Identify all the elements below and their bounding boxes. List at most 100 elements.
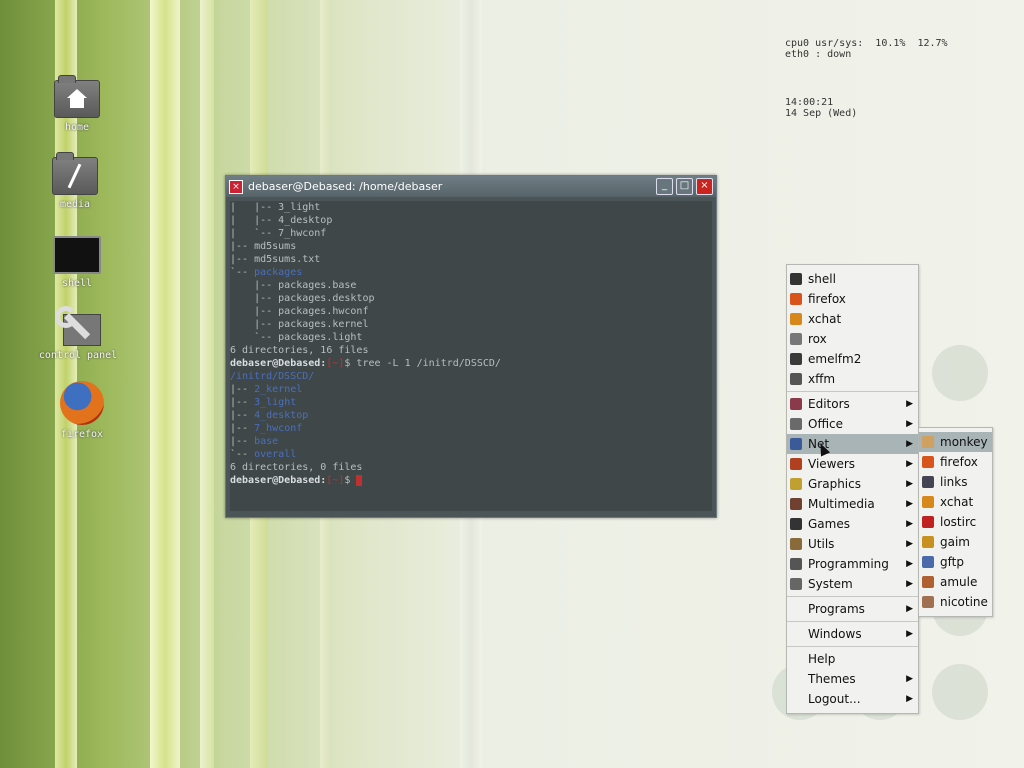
submenu-arrow-icon: ▶ [906, 539, 913, 549]
terminal-line: |-- packages.base [230, 280, 357, 291]
system-icon [790, 578, 802, 590]
menu-item-label: xchat [940, 495, 974, 509]
menu-item-label: Office [808, 417, 844, 431]
menu-item-logout[interactable]: Logout... ▶ [787, 689, 918, 709]
menu-item-label: firefox [808, 292, 846, 306]
terminal-icon [790, 273, 802, 285]
menu-item-emelfm2[interactable]: emelfm2 [787, 349, 918, 369]
menu-item-label: Viewers [808, 457, 856, 471]
home-folder-icon [54, 75, 100, 118]
menu-item-gftp[interactable]: gftp [919, 552, 992, 572]
menu-item-label: rox [808, 332, 827, 346]
menu-item-amule[interactable]: amule [919, 572, 992, 592]
menu-item-label: xchat [808, 312, 842, 326]
menu-separator [787, 596, 918, 597]
terminal-line: |-- packages.desktop [230, 293, 375, 304]
submenu-arrow-icon: ▶ [906, 439, 913, 449]
wrench-icon [55, 306, 101, 346]
terminal-line: debaser@Debased:[~]$ [230, 474, 712, 487]
menu-item-programs[interactable]: Programs ▶ [787, 599, 918, 619]
menu-item-xchat[interactable]: xchat [787, 309, 918, 329]
xchat-icon [922, 496, 934, 508]
menu-item-editors[interactable]: Editors ▶ [787, 394, 918, 414]
games-icon [790, 518, 802, 530]
amule-icon [922, 576, 934, 588]
menu-item-system[interactable]: System ▶ [787, 574, 918, 594]
menu-item-net[interactable]: Net ▶ [787, 434, 918, 454]
window-title: debaser@Debased: /home/debaser [248, 180, 443, 193]
terminal-line: 6 directories, 16 files [230, 345, 369, 356]
close-button[interactable]: × [696, 178, 713, 195]
menu-item-shell[interactable]: shell [787, 269, 918, 289]
terminal-line: /initrd/DSSCD/ [230, 371, 315, 382]
menu-item-label: emelfm2 [808, 352, 862, 366]
desktop-icon-home[interactable]: home [27, 75, 127, 133]
terminal-window[interactable]: × debaser@Debased: /home/debaser _ □ × |… [225, 175, 717, 518]
menu-item-programming[interactable]: Programming ▶ [787, 554, 918, 574]
multimedia-icon [790, 498, 802, 510]
net-icon [790, 438, 802, 450]
menu-item-office[interactable]: Office ▶ [787, 414, 918, 434]
net-submenu: monkey firefox links xchat lostirc gaim gftp am… [918, 427, 993, 617]
programming-icon [790, 558, 802, 570]
menu-item-label: gftp [940, 555, 964, 569]
menu-item-monkey[interactable]: monkey [919, 432, 992, 452]
window-menu-icon[interactable]: × [229, 179, 243, 194]
desktop-icon-firefox[interactable]: firefox [32, 381, 132, 440]
wallpaper-bubble [932, 345, 988, 401]
menu-item-rox[interactable]: rox [787, 329, 918, 349]
minimize-button[interactable]: _ [656, 178, 673, 195]
terminal-line: 6 directories, 0 files [230, 462, 363, 473]
terminal-line: | `-- 7_hwconf [230, 228, 327, 239]
menu-item-firefox[interactable]: firefox [787, 289, 918, 309]
lostirc-icon [922, 516, 934, 528]
window-titlebar[interactable]: × debaser@Debased: /home/debaser _ □ × [226, 176, 716, 197]
submenu-arrow-icon: ▶ [906, 559, 913, 569]
menu-item-label: Graphics [808, 477, 861, 491]
terminal-line: |-- 7_hwconf [230, 423, 303, 434]
menu-item-help[interactable]: Help [787, 649, 918, 669]
menu-item-label: Logout... [808, 692, 861, 706]
desktop-icon-media[interactable]: media [25, 152, 125, 210]
menu-item-label: Games [808, 517, 850, 531]
menu-item-label: Utils [808, 537, 835, 551]
menu-item-utils[interactable]: Utils ▶ [787, 534, 918, 554]
desktop-icon-shell[interactable]: shell [27, 236, 127, 289]
network-status: eth0 : down [785, 49, 852, 60]
menu-item-label: amule [940, 575, 978, 589]
menu-item-lostirc[interactable]: lostirc [919, 512, 992, 532]
firefox-icon [922, 456, 934, 468]
terminal-line: |-- packages.kernel [230, 319, 369, 330]
menu-item-label: nicotine [940, 595, 988, 609]
menu-item-nicotine[interactable]: nicotine [919, 592, 992, 612]
menu-item-windows[interactable]: Windows ▶ [787, 624, 918, 644]
menu-item-xffm[interactable]: xffm [787, 369, 918, 389]
terminal-line: | |-- 4_desktop [230, 215, 333, 226]
menu-separator [787, 646, 918, 647]
menu-item-graphics[interactable]: Graphics ▶ [787, 474, 918, 494]
menu-item-label: shell [808, 272, 836, 286]
media-folder-icon [52, 152, 98, 195]
submenu-arrow-icon: ▶ [906, 629, 913, 639]
menu-item-viewers[interactable]: Viewers ▶ [787, 454, 918, 474]
rox-icon [790, 333, 802, 345]
graphics-icon [790, 478, 802, 490]
submenu-arrow-icon: ▶ [906, 479, 913, 489]
menu-item-games[interactable]: Games ▶ [787, 514, 918, 534]
menu-item-label: Programs [808, 602, 865, 616]
terminal-output[interactable]: | |-- 3_light | |-- 4_desktop | `-- 7_hwco… [230, 201, 712, 511]
menu-item-xchat[interactable]: xchat [919, 492, 992, 512]
menu-item-links[interactable]: links [919, 472, 992, 492]
desktop-icon-label: home [64, 122, 90, 133]
terminal-line: |-- 4_desktop [230, 410, 309, 421]
menu-item-gaim[interactable]: gaim [919, 532, 992, 552]
maximize-button[interactable]: □ [676, 178, 693, 195]
menu-item-themes[interactable]: Themes ▶ [787, 669, 918, 689]
cpu-usage: cpu0 usr/sys: 10.1% 12.7% [785, 38, 948, 49]
firefox-icon [60, 381, 104, 425]
menu-item-firefox[interactable]: firefox [919, 452, 992, 472]
menu-item-multimedia[interactable]: Multimedia ▶ [787, 494, 918, 514]
terminal-line: |-- base [230, 436, 279, 447]
desktop-icon-control-panel[interactable]: control panel [28, 306, 128, 361]
terminal-line: |-- 2_kernel [230, 384, 303, 395]
